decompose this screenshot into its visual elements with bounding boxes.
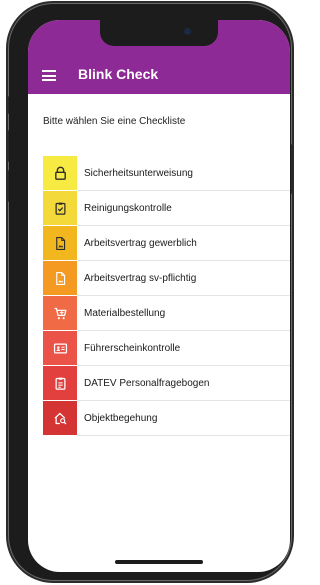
checklist-tile (43, 191, 77, 225)
checklist-item-label: Materialbestellung (84, 307, 166, 319)
checklist-tile (43, 156, 77, 190)
volume-up-button (6, 130, 9, 162)
lock-icon (53, 166, 68, 181)
notch (100, 20, 218, 46)
house-search-icon (53, 411, 68, 426)
checklist-item[interactable]: Materialbestellung (43, 296, 290, 331)
checklist-tile (43, 366, 77, 400)
checklist-tile (43, 401, 77, 435)
id-card-icon (53, 341, 68, 356)
checklist-item-label: Arbeitsvertrag sv-pflichtig (84, 272, 197, 284)
checklist-item-label: Reinigungskontrolle (84, 202, 172, 214)
checklist-tile (43, 331, 77, 365)
checklist-item[interactable]: Arbeitsvertrag sv-pflichtig (43, 261, 290, 296)
mute-switch (6, 96, 9, 114)
app-title: Blink Check (78, 66, 159, 82)
checklist-tile (43, 261, 77, 295)
app-screen: Blink Check Bitte wählen Sie eine Checkl… (28, 20, 290, 572)
cart-icon (53, 306, 68, 321)
checklist-list: Sicherheitsunterweisung Reinigungskontrol… (43, 156, 290, 436)
checklist-item-label: Arbeitsvertrag gewerblich (84, 237, 197, 249)
clipboard-list-icon (53, 376, 68, 391)
checklist-item[interactable]: Objektbegehung (43, 401, 290, 436)
checklist-tile (43, 226, 77, 260)
checklist-item-label: Objektbegehung (84, 412, 158, 424)
checklist-item[interactable]: Arbeitsvertrag gewerblich (43, 226, 290, 261)
checklist-item[interactable]: DATEV Personalfragebogen (43, 366, 290, 401)
document-image-icon (53, 271, 68, 286)
checklist-item-label: Sicherheitsunterweisung (84, 167, 193, 179)
checklist-item[interactable]: Reinigungskontrolle (43, 191, 290, 226)
volume-down-button (6, 170, 9, 202)
checklist-tile (43, 296, 77, 330)
checklist-item[interactable]: Führerscheinkontrolle (43, 331, 290, 366)
document-image-icon (53, 236, 68, 251)
home-indicator (115, 560, 203, 564)
list-divider (77, 435, 290, 436)
checklist-prompt: Bitte wählen Sie eine Checkliste (43, 116, 186, 127)
checklist-item[interactable]: Sicherheitsunterweisung (43, 156, 290, 191)
hamburger-menu-icon[interactable] (42, 70, 56, 81)
phone-frame: Blink Check Bitte wählen Sie eine Checkl… (6, 4, 294, 580)
checklist-item-label: DATEV Personalfragebogen (84, 377, 210, 389)
checklist-item-label: Führerscheinkontrolle (84, 342, 181, 354)
clipboard-check-icon (53, 201, 68, 216)
camera-icon (184, 28, 191, 35)
power-button (291, 144, 294, 194)
